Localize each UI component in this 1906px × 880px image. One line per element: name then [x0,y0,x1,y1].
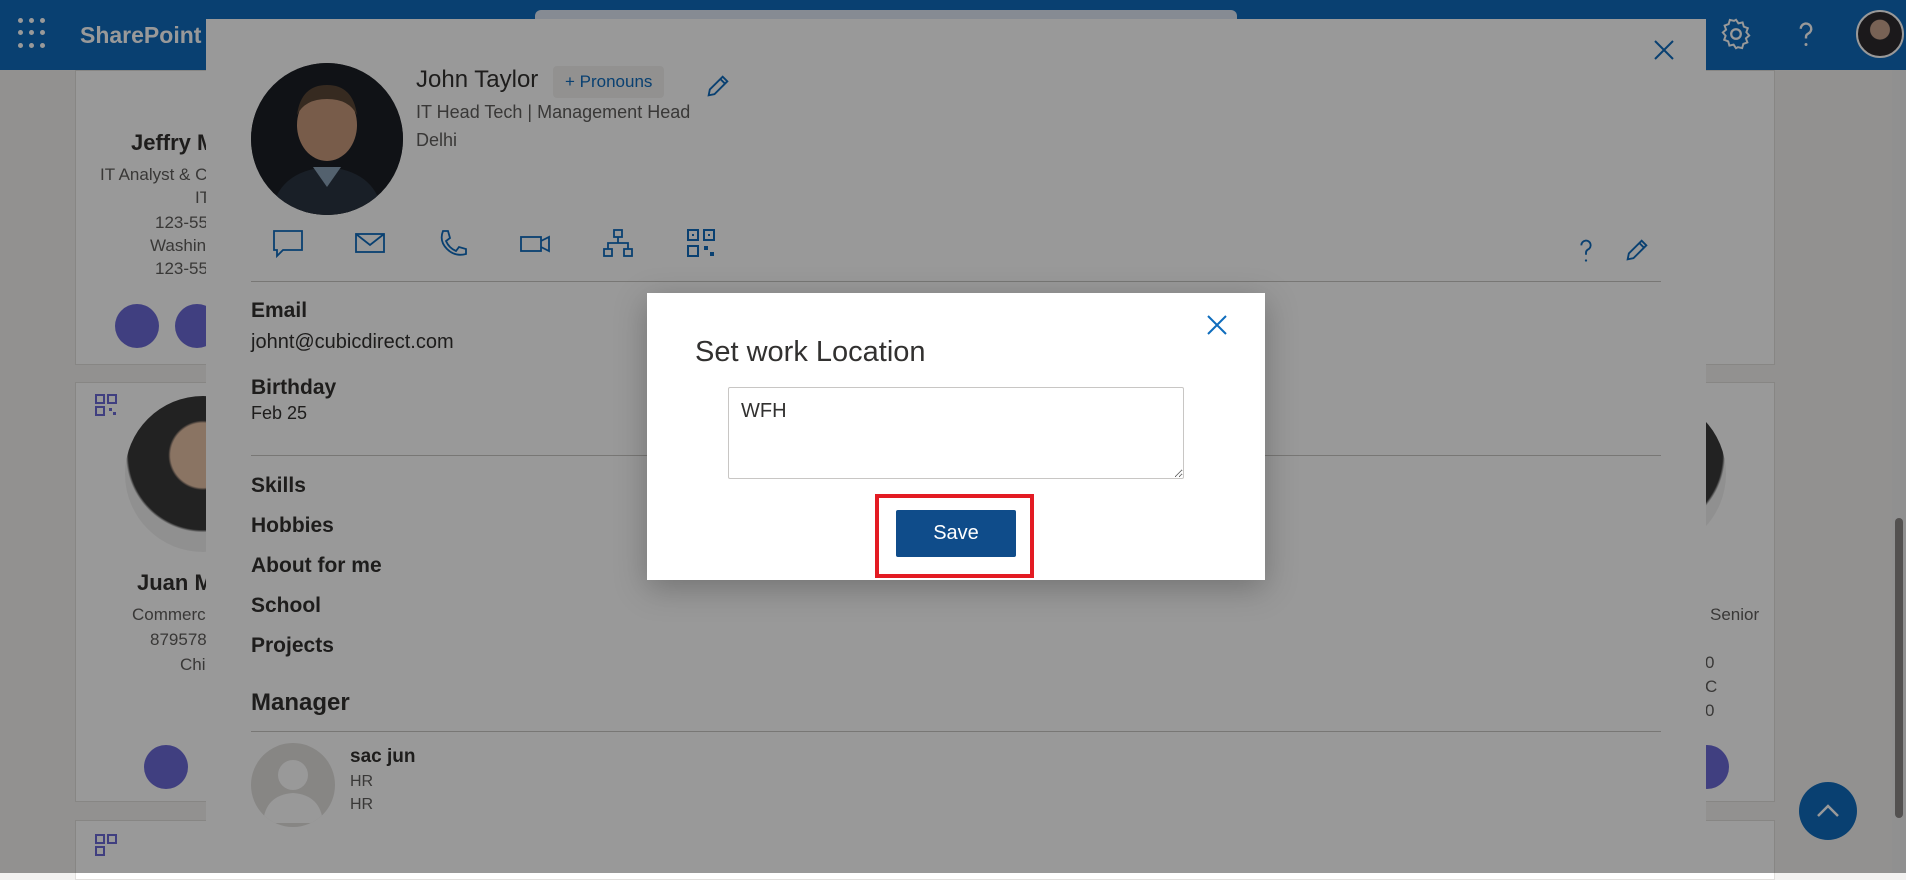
dialog-title: Set work Location [695,336,926,368]
close-dialog-icon[interactable] [1205,313,1229,337]
work-location-input[interactable]: WFH [728,387,1184,479]
save-button[interactable]: Save [896,510,1016,557]
